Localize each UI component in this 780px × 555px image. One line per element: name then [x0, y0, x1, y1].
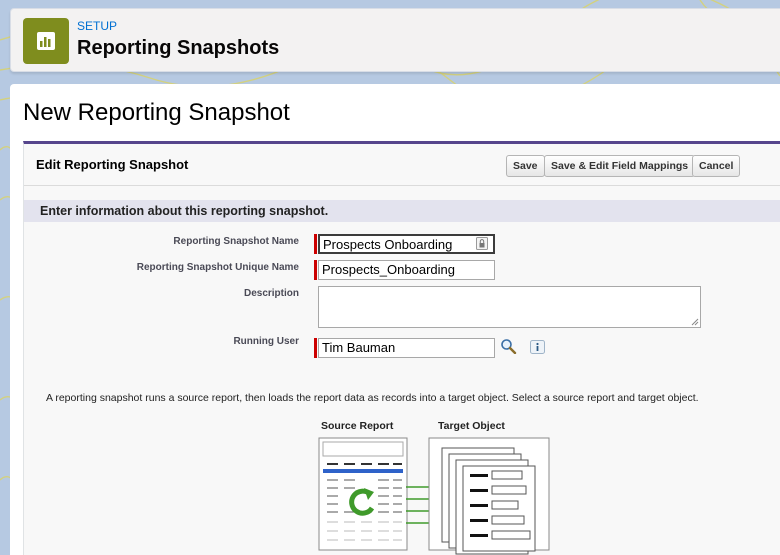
resize-handle-icon[interactable] — [691, 318, 699, 326]
save-edit-field-mappings-button[interactable]: Save & Edit Field Mappings — [544, 155, 696, 177]
info-icon[interactable] — [530, 340, 545, 354]
running-user-input[interactable]: Tim Bauman — [318, 338, 495, 358]
snapshot-diagram — [318, 437, 550, 555]
help-text: A reporting snapshot runs a source repor… — [46, 392, 699, 404]
snapshot-name-input[interactable]: Prospects Onboarding — [318, 234, 495, 254]
block-title: Edit Reporting Snapshot — [36, 157, 189, 172]
section-header: Enter information about this reporting s… — [24, 200, 780, 222]
section-heading: Enter information about this reporting s… — [40, 204, 329, 218]
unique-name-value: Prospects_Onboarding — [322, 262, 455, 277]
lookup-magnifier-icon[interactable] — [500, 338, 517, 354]
running-user-value: Tim Bauman — [322, 340, 396, 355]
unique-name-label: Reporting Snapshot Unique Name — [136, 262, 299, 273]
source-report-label: Source Report — [321, 420, 394, 432]
description-textarea[interactable] — [318, 286, 701, 328]
setup-header: SETUP Reporting Snapshots — [10, 8, 780, 72]
target-object-label: Target Object — [438, 420, 505, 432]
target-object-graphic — [428, 437, 550, 555]
block-header: Edit Reporting Snapshot Save Save & Edit… — [24, 144, 780, 186]
running-user-label: Running User — [233, 336, 299, 347]
save-button[interactable]: Save — [506, 155, 545, 177]
edit-block: Edit Reporting Snapshot Save Save & Edit… — [23, 141, 780, 555]
required-indicator — [314, 338, 317, 358]
source-report-graphic — [318, 437, 408, 551]
autofill-key-icon[interactable] — [476, 237, 488, 250]
page-title: New Reporting Snapshot — [23, 99, 290, 126]
snapshot-name-value: Prospects Onboarding — [323, 237, 453, 252]
main-panel: New Reporting Snapshot Edit Reporting Sn… — [10, 84, 780, 555]
required-indicator — [314, 234, 317, 254]
header-title: Reporting Snapshots — [77, 37, 280, 59]
unique-name-input[interactable]: Prospects_Onboarding — [318, 260, 495, 280]
header-eyebrow[interactable]: SETUP — [77, 19, 117, 33]
cancel-button[interactable]: Cancel — [692, 155, 741, 177]
snapshot-name-label: Reporting Snapshot Name — [173, 236, 299, 247]
description-label: Description — [243, 288, 299, 299]
required-indicator — [314, 260, 317, 280]
report-icon — [23, 18, 69, 64]
